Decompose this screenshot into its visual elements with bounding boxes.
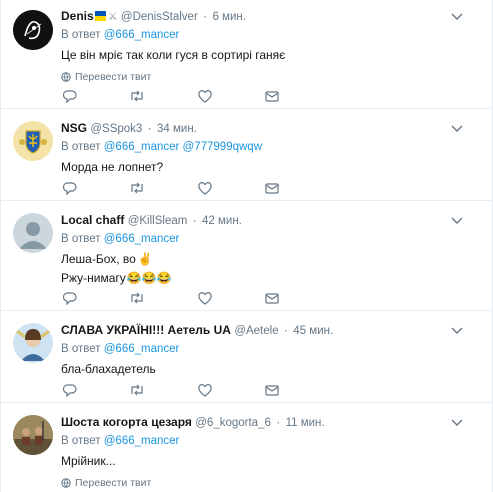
user-handle[interactable]: @6_kogorta_6 bbox=[195, 417, 271, 429]
user-handle[interactable]: @KillSleam bbox=[128, 215, 188, 227]
reply-context: В ответ @666_mancer bbox=[61, 233, 180, 245]
display-name[interactable]: NSG bbox=[61, 121, 87, 135]
tweet-header: Local chaff @KillSleam · 42 мин. bbox=[61, 213, 242, 227]
chevron-down-icon[interactable] bbox=[450, 12, 464, 22]
retweet-icon[interactable] bbox=[128, 180, 146, 196]
ukraine-flag-icon bbox=[94, 11, 106, 21]
chevron-down-icon[interactable] bbox=[450, 326, 464, 336]
tweet-header: СЛАВА УКРАЇНІ!!! Аетель UA @Aetele · 45 … bbox=[61, 323, 334, 337]
tweet[interactable]: Local chaff @KillSleam · 42 мин. В ответ… bbox=[1, 201, 493, 311]
avatar-logo-icon bbox=[13, 10, 53, 50]
reply-context: В ответ @666_mancer bbox=[61, 29, 180, 41]
tweet-text-line: Ржу-нимагу😂😂😂 bbox=[61, 271, 172, 285]
user-handle[interactable]: @DenisStalver bbox=[121, 11, 198, 23]
tweet-header: Шоста когорта цезаря @6_kogorta_6 · 11 м… bbox=[61, 415, 325, 429]
tweet-feed: Denis ⚔ @DenisStalver · 6 мин. В ответ @6… bbox=[0, 0, 493, 492]
direct-message-icon[interactable] bbox=[263, 88, 281, 104]
avatar-portrait-icon bbox=[13, 323, 53, 363]
like-icon[interactable] bbox=[196, 290, 214, 306]
chevron-down-icon[interactable] bbox=[450, 418, 464, 428]
tweet-actions bbox=[61, 290, 281, 306]
direct-message-icon[interactable] bbox=[263, 290, 281, 306]
retweet-icon[interactable] bbox=[128, 290, 146, 306]
globe-icon bbox=[61, 72, 71, 82]
display-name[interactable]: Local chaff bbox=[61, 213, 124, 227]
tweet-actions bbox=[61, 180, 281, 196]
globe-icon bbox=[61, 478, 71, 488]
default-avatar-icon bbox=[13, 213, 53, 253]
like-icon[interactable] bbox=[196, 88, 214, 104]
tweet-actions bbox=[61, 382, 281, 398]
reply-mention[interactable]: @666_mancer bbox=[104, 343, 180, 355]
timestamp[interactable]: 34 мин. bbox=[157, 123, 197, 135]
victory-hand-emoji: ✌ bbox=[137, 252, 153, 266]
tweet-text: Мрійник... bbox=[61, 454, 116, 468]
reply-mention[interactable]: @666_mancer bbox=[104, 29, 180, 41]
display-name[interactable]: Denis bbox=[61, 9, 94, 23]
avatar[interactable] bbox=[13, 10, 53, 50]
retweet-icon[interactable] bbox=[128, 88, 146, 104]
reply-icon[interactable] bbox=[61, 88, 79, 104]
like-icon[interactable] bbox=[196, 382, 214, 398]
coat-of-arms-icon bbox=[13, 121, 53, 161]
user-handle[interactable]: @SSpok3 bbox=[90, 123, 142, 135]
reply-mention[interactable]: @666_mancer bbox=[104, 233, 180, 245]
tweet[interactable]: Шоста когорта цезаря @6_kogorta_6 · 11 м… bbox=[1, 403, 493, 492]
tweet[interactable]: СЛАВА УКРАЇНІ!!! Аетель UA @Aetele · 45 … bbox=[1, 311, 493, 403]
tweet-text: Морда не лопнет? bbox=[61, 160, 164, 174]
chevron-down-icon[interactable] bbox=[450, 216, 464, 226]
reply-mention[interactable]: @666_mancer @777999qwqw bbox=[104, 141, 262, 153]
tweet-text-line: Леша-Бох, во ✌ bbox=[61, 252, 153, 266]
translate-link[interactable]: Перевести твит bbox=[61, 70, 454, 84]
timestamp[interactable]: 42 мин. bbox=[202, 215, 242, 227]
reply-context: В ответ @666_mancer @777999qwqw bbox=[61, 141, 262, 153]
display-name[interactable]: Шоста когорта цезаря bbox=[61, 415, 192, 429]
direct-message-icon[interactable] bbox=[263, 382, 281, 398]
avatar[interactable] bbox=[13, 121, 53, 161]
timestamp[interactable]: 6 мин. bbox=[212, 11, 245, 23]
display-name[interactable]: СЛАВА УКРАЇНІ!!! Аетель UA bbox=[61, 323, 231, 337]
tweet[interactable]: Denis ⚔ @DenisStalver · 6 мин. В ответ @6… bbox=[1, 0, 493, 109]
avatar[interactable] bbox=[13, 323, 53, 363]
reply-icon[interactable] bbox=[61, 290, 79, 306]
user-handle[interactable]: @Aetele bbox=[234, 325, 278, 337]
translate-link[interactable]: Перевести твит bbox=[61, 476, 454, 490]
timestamp[interactable]: 45 мин. bbox=[293, 325, 333, 337]
tweet-text: Це він мріє так коли гуся в сортирі ганя… bbox=[61, 48, 286, 62]
reply-icon[interactable] bbox=[61, 382, 79, 398]
chevron-down-icon[interactable] bbox=[450, 124, 464, 134]
avatar[interactable] bbox=[13, 415, 53, 455]
reply-mention[interactable]: @666_mancer bbox=[104, 435, 180, 447]
tweet-actions bbox=[61, 88, 281, 104]
avatar-soldiers-icon bbox=[13, 415, 53, 455]
reply-context: В ответ @666_mancer bbox=[61, 435, 180, 447]
tweet-header: NSG @SSpok3 · 34 мин. bbox=[61, 121, 197, 135]
tweet-text: бла-блахадетель bbox=[61, 362, 156, 376]
retweet-icon[interactable] bbox=[128, 382, 146, 398]
reply-icon[interactable] bbox=[61, 180, 79, 196]
timestamp[interactable]: 11 мин. bbox=[286, 417, 325, 429]
like-icon[interactable] bbox=[196, 180, 214, 196]
laughing-emoji: 😂😂😂 bbox=[126, 271, 172, 285]
reply-context: В ответ @666_mancer bbox=[61, 343, 180, 355]
avatar[interactable] bbox=[13, 213, 53, 253]
direct-message-icon[interactable] bbox=[263, 180, 281, 196]
swords-icon: ⚔ bbox=[107, 11, 118, 23]
tweet-header: Denis ⚔ @DenisStalver · 6 мин. bbox=[61, 9, 246, 23]
tweet[interactable]: NSG @SSpok3 · 34 мин. В ответ @666_mance… bbox=[1, 109, 493, 201]
